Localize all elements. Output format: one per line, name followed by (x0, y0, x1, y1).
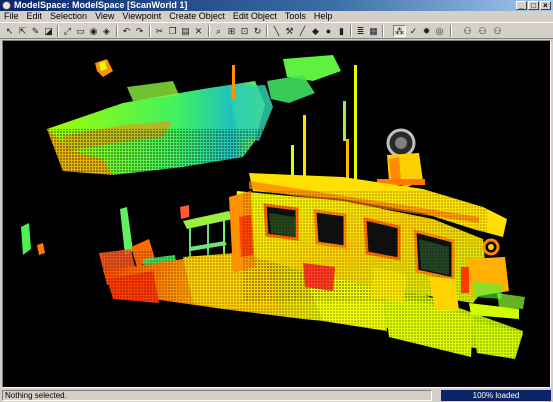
layers-icon[interactable]: ≣ (354, 25, 367, 37)
seek-icon[interactable]: ⚇ (491, 25, 504, 37)
app-icon (2, 1, 11, 10)
toolbar: ↖ ⇱ ✎ ◪ ⤢ ▭ ◉ ◈ ↶ ↷ ✂ ❐ ▤ ✕ ⌕ ⊞ ⊡ ↻ ╲ ⚒ … (0, 22, 553, 39)
delete-icon[interactable]: ✕ (192, 25, 205, 37)
paste-icon[interactable]: ▤ (179, 25, 192, 37)
maximize-icon[interactable]: □ (528, 1, 539, 10)
pipe-icon[interactable]: ╱ (296, 25, 309, 37)
status-text: Nothing selected. (2, 390, 432, 401)
copy-icon[interactable]: ❐ (166, 25, 179, 37)
fit-icon[interactable]: ⤢ (61, 25, 74, 37)
menu-view[interactable]: View (91, 11, 118, 22)
cube-icon[interactable]: ◈ (100, 25, 113, 37)
redo-icon[interactable]: ↷ (133, 25, 146, 37)
pointcloud-active-icon[interactable]: ⁂ (393, 25, 406, 37)
radar-antenna (377, 128, 425, 187)
menu-viewpoint[interactable]: Viewpoint (118, 11, 165, 22)
zoom-fit-icon[interactable]: ⊞ (225, 25, 238, 37)
shape-icon[interactable]: ◆ (309, 25, 322, 37)
minimize-icon[interactable]: _ (516, 1, 527, 10)
select-cursor-icon[interactable]: ↖ (3, 25, 16, 37)
close-icon[interactable]: × (540, 1, 551, 10)
line-tool-icon[interactable]: ╲ (270, 25, 283, 37)
walk-icon[interactable]: ⚇ (461, 25, 474, 37)
globe-icon[interactable]: ✹ (420, 25, 433, 37)
fly-icon[interactable]: ⚇ (476, 25, 489, 37)
zoom-extents-icon[interactable]: ⊡ (238, 25, 251, 37)
load-progress: 100% loaded (441, 390, 551, 401)
menu-selection[interactable]: Selection (46, 11, 91, 22)
status-bar: Nothing selected. 100% loaded (0, 389, 553, 402)
crane-boom (47, 55, 341, 177)
menu-edit-object[interactable]: Edit Object (229, 11, 281, 22)
brush-icon[interactable]: ✓ (407, 25, 420, 37)
wrench-icon[interactable]: ⚒ (283, 25, 296, 37)
camera-icon[interactable]: ◉ (87, 25, 100, 37)
target-icon[interactable]: ◎ (433, 25, 446, 37)
menu-create-object[interactable]: Create Object (165, 11, 229, 22)
menu-file[interactable]: File (0, 11, 23, 22)
fence-icon[interactable]: ◪ (42, 25, 55, 37)
window-title: ModelSpace: ModelSpace [ScanWorld 1] (14, 0, 188, 10)
point-cloud-scan (21, 55, 525, 361)
pencil-icon[interactable]: ✎ (29, 25, 42, 37)
undo-icon[interactable]: ↶ (120, 25, 133, 37)
zoom-icon[interactable]: ⌕ (212, 25, 225, 37)
menu-tools[interactable]: Tools (281, 11, 310, 22)
color-map-icon[interactable]: ▦ (367, 25, 380, 37)
menu-help[interactable]: Help (310, 11, 337, 22)
title-bar: ModelSpace: ModelSpace [ScanWorld 1] _ □… (0, 0, 553, 11)
orbit-icon[interactable]: ↻ (251, 25, 264, 37)
menu-bar: File Edit Selection View Viewpoint Creat… (0, 11, 553, 22)
pick-cursor-icon[interactable]: ⇱ (16, 25, 29, 37)
point-cloud-viewport[interactable] (2, 40, 551, 388)
window-buttons: _ □ × (516, 1, 551, 10)
sphere-icon[interactable]: ● (322, 25, 335, 37)
cylinder-icon[interactable]: ▮ (335, 25, 348, 37)
cut-icon[interactable]: ✂ (153, 25, 166, 37)
rectangle-icon[interactable]: ▭ (74, 25, 87, 37)
menu-edit[interactable]: Edit (23, 11, 47, 22)
scan-fragment-left (21, 223, 31, 255)
